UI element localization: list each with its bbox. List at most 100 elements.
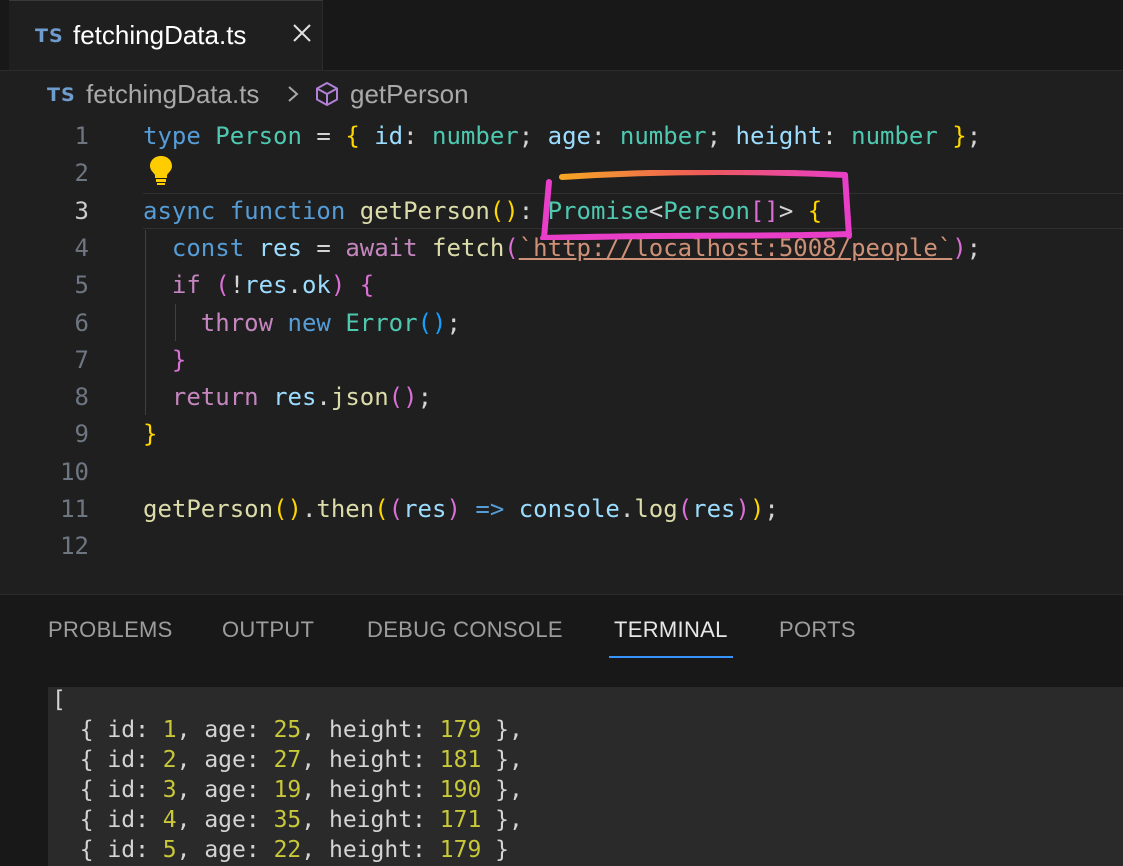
code-token: new — [287, 308, 331, 337]
code-token: } — [143, 420, 158, 449]
code-text: type Person = { id: number; age: number;… — [143, 122, 981, 150]
code-line[interactable]: 10 — [0, 454, 1123, 491]
breadcrumb-file[interactable]: fetchingData.ts — [86, 79, 259, 110]
close-icon[interactable] — [290, 21, 314, 45]
code-token: ; — [446, 308, 461, 337]
terminal-text: { id: — [52, 747, 163, 773]
code-token: ) — [749, 495, 765, 523]
tab-problems[interactable]: PROBLEMS — [48, 617, 173, 643]
code-token: : — [591, 122, 620, 150]
code-line[interactable]: 1 type Person = { id: number; age: number… — [0, 118, 1123, 155]
tab-terminal[interactable]: TERMINAL — [614, 617, 728, 643]
terminal-text: , height: — [301, 717, 440, 743]
lightbulb-icon[interactable] — [147, 154, 175, 186]
code-token: ) — [446, 495, 461, 523]
code-line[interactable]: 9} — [0, 416, 1123, 453]
code-token: { — [359, 271, 375, 300]
terminal-text: , age: — [176, 747, 274, 773]
code-line[interactable]: 11 getPerson().then((res) => console.log(… — [0, 491, 1123, 528]
code-text: const res = await fetch(`http://localhos… — [143, 234, 981, 262]
terminal-text: { id: — [52, 717, 163, 743]
code-token: [] — [749, 196, 779, 225]
code-token: () — [417, 308, 447, 337]
terminal-number: 181 — [439, 747, 482, 773]
code-token: ( — [677, 495, 693, 523]
bottom-panel: PROBLEMS OUTPUT DEBUG CONSOLE TERMINAL P… — [0, 594, 1123, 866]
tab-ports[interactable]: PORTS — [779, 617, 856, 643]
terminal-text: { id: — [52, 777, 163, 803]
code-token: ) — [735, 495, 750, 523]
code-token: await — [345, 233, 418, 262]
code-editor[interactable]: 1 type Person = { id: number; age: number… — [0, 116, 1123, 594]
terminal-number: 1 — [162, 717, 177, 743]
code-token: ) — [330, 271, 346, 300]
terminal-number: 179 — [439, 717, 482, 743]
terminal-line: { id: 3, age: 19, height: 190 }, — [52, 777, 523, 803]
code-line[interactable]: 7 } — [0, 342, 1123, 379]
code-token: return — [171, 383, 259, 412]
code-line[interactable]: 8 return res.json(); — [0, 379, 1123, 416]
line-number: 8 — [74, 383, 89, 412]
line-number: 1 — [74, 122, 89, 150]
code-token: res — [692, 495, 736, 523]
code-token: . — [301, 495, 317, 523]
code-token: { — [345, 122, 360, 150]
editor-tab-bar: TS fetchingData.ts — [0, 0, 1123, 71]
code-token: res — [244, 271, 288, 300]
code-token: ( — [388, 495, 404, 523]
code-token: = — [301, 233, 346, 262]
tab-fetchingdata[interactable]: TS fetchingData.ts — [9, 0, 323, 70]
code-token: ; — [417, 383, 433, 412]
code-text: getPerson().then((res) => console.log(re… — [143, 495, 779, 523]
code-token: ( — [215, 271, 230, 300]
terminal-text: , age: — [176, 807, 274, 833]
tab-output[interactable]: OUTPUT — [222, 617, 314, 643]
code-line[interactable]: 3 async function getPerson(): Promise<Per… — [0, 193, 1123, 230]
code-token: then — [316, 495, 375, 523]
code-token: } — [171, 345, 187, 374]
terminal-number: 22 — [273, 837, 302, 863]
code-token: function — [229, 196, 346, 225]
terminal-output[interactable]: [ { id: 1, age: 25, height: 179 }, { id:… — [48, 687, 1123, 866]
code-token: Error — [345, 308, 418, 337]
typescript-file-icon: TS — [35, 25, 64, 47]
code-token: getPerson — [143, 495, 274, 523]
terminal-text: { id: — [52, 807, 163, 833]
code-token: () — [489, 196, 519, 225]
code-line[interactable]: 6 throw new Error(); — [0, 305, 1123, 342]
code-token: fetch — [432, 233, 505, 262]
code-token: age — [547, 122, 591, 150]
line-number: 2 — [74, 159, 89, 188]
terminal-text: }, — [481, 717, 523, 743]
code-token: ; — [518, 122, 548, 150]
code-token: < — [648, 196, 664, 225]
code-token: ok — [301, 271, 331, 300]
code-token: id — [374, 122, 404, 150]
tab-debug-console[interactable]: DEBUG CONSOLE — [367, 617, 563, 643]
code-line[interactable]: 4 const res = await fetch(`http://localh… — [0, 230, 1123, 267]
code-token: number — [619, 122, 707, 150]
terminal-text: , height: — [301, 807, 440, 833]
code-line[interactable]: 12 — [0, 528, 1123, 565]
line-number: 3 — [74, 196, 89, 225]
line-number: 6 — [74, 308, 89, 337]
code-token: res — [258, 233, 302, 262]
terminal-text: }, — [481, 807, 523, 833]
code-token: async — [143, 196, 216, 225]
breadcrumb-symbol[interactable]: getPerson — [350, 79, 469, 110]
code-token: type — [143, 122, 201, 150]
code-line[interactable]: 5 if (!res.ok) { — [0, 267, 1123, 304]
code-token: > — [778, 196, 808, 225]
terminal-number: 3 — [162, 777, 177, 803]
